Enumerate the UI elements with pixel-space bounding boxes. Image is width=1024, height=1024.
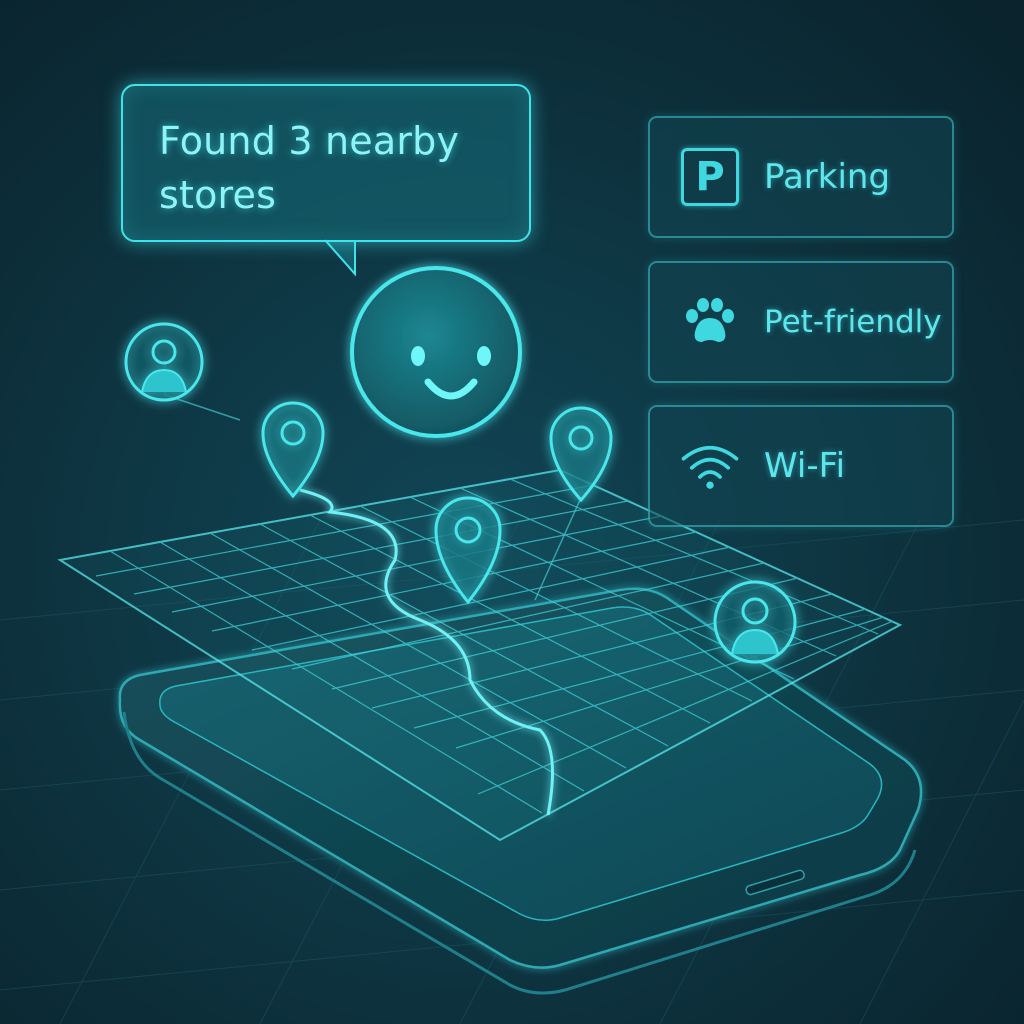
- amenity-label: Parking: [764, 157, 891, 197]
- amenity-card-parking[interactable]: P Parking: [648, 116, 954, 238]
- scene: Found 3 nearby stores P Parking Pet-frie…: [0, 0, 1024, 1024]
- assistant-speech-bubble: Found 3 nearby stores: [121, 84, 531, 242]
- amenity-card-wifi[interactable]: Wi-Fi: [648, 405, 954, 527]
- wifi-icon: [678, 434, 742, 498]
- parking-icon: P: [678, 145, 742, 209]
- amenity-label: Wi-Fi: [764, 446, 846, 486]
- assistant-message: Found 3 nearby stores: [159, 119, 460, 217]
- paw-icon: [678, 290, 742, 354]
- amenity-label: Pet-friendly: [764, 304, 942, 340]
- amenity-card-pet-friendly[interactable]: Pet-friendly: [648, 261, 954, 383]
